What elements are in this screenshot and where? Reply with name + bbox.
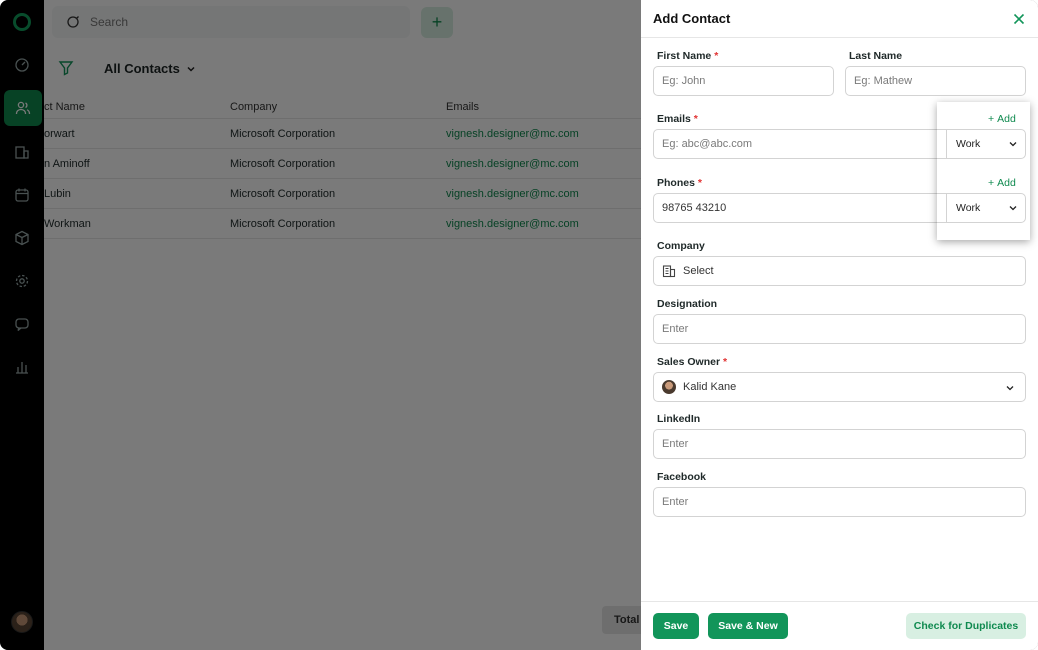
- owner-avatar: [662, 380, 676, 394]
- plus-icon: +: [988, 113, 995, 125]
- company-select[interactable]: Select: [653, 256, 1026, 286]
- phone-type-select[interactable]: Work: [946, 193, 1026, 223]
- cell-company: Microsoft Corporation: [230, 187, 336, 200]
- phone-value: 98765 43210: [662, 202, 727, 214]
- last-name-label: Last Name: [849, 50, 903, 62]
- email-type-value: Work: [956, 138, 981, 150]
- dashboard-nav-icon[interactable]: [6, 49, 38, 81]
- phone-type-value: Work: [956, 202, 981, 214]
- reports-nav-icon[interactable]: [6, 351, 38, 383]
- sales-owner-select[interactable]: Kalid Kane: [653, 372, 1026, 402]
- search-placeholder: Search: [90, 15, 129, 29]
- first-name-label-text: First Name: [657, 50, 712, 62]
- drawer-header: Add Contact: [641, 0, 1038, 38]
- sidebar: [0, 0, 44, 650]
- drawer-title: Add Contact: [653, 11, 731, 26]
- required-mark: *: [722, 356, 728, 368]
- app-logo: [13, 13, 31, 31]
- emails-label-text: Emails: [657, 113, 691, 125]
- sales-owner-label-text: Sales Owner: [657, 356, 721, 368]
- companies-nav-icon[interactable]: [6, 136, 38, 168]
- add-email-text: Add: [997, 113, 1016, 125]
- company-placeholder: Select: [683, 265, 714, 277]
- building-icon: [662, 265, 676, 278]
- required-mark: *: [697, 177, 702, 189]
- chat-nav-icon[interactable]: [6, 308, 38, 340]
- header-name[interactable]: ct Name: [44, 101, 230, 113]
- save-button[interactable]: Save: [653, 613, 699, 639]
- cell-company: Microsoft Corporation: [230, 217, 336, 230]
- chevron-down-icon: [1009, 142, 1017, 147]
- required-mark: *: [714, 50, 719, 62]
- email-placeholder: Eg: abc@abc.com: [662, 138, 753, 150]
- required-mark: *: [693, 113, 698, 125]
- table-row[interactable]: orwart Microsoft Corporation vignesh.des…: [44, 119, 644, 149]
- add-phone-link[interactable]: + Add: [988, 177, 1016, 189]
- last-name-field[interactable]: Eg: Mathew: [845, 66, 1026, 96]
- cell-name: n Aminoff: [44, 157, 90, 170]
- cell-email[interactable]: vignesh.designer@mc.com: [446, 218, 644, 230]
- sales-owner-value: Kalid Kane: [683, 381, 737, 393]
- cell-email[interactable]: vignesh.designer@mc.com: [446, 158, 644, 170]
- cell-company: Microsoft Corporation: [230, 157, 336, 170]
- chevron-down-icon: [187, 66, 195, 72]
- add-contact-drawer: Add Contact First Name * Eg: John Last N…: [641, 0, 1038, 650]
- cell-company: Microsoft Corporation: [230, 127, 336, 140]
- designation-field[interactable]: Enter: [653, 314, 1026, 344]
- contacts-table: ct Name Company Emails orwart Microsoft …: [44, 95, 644, 239]
- add-button[interactable]: +: [421, 7, 453, 38]
- view-selector[interactable]: All Contacts: [104, 61, 196, 76]
- cell-email[interactable]: vignesh.designer@mc.com: [446, 128, 644, 140]
- linkedin-field[interactable]: Enter: [653, 429, 1026, 459]
- plus-icon: +: [431, 12, 443, 32]
- emails-label: Emails *: [657, 113, 698, 125]
- table-row[interactable]: Workman Microsoft Corporation vignesh.de…: [44, 209, 644, 239]
- table-row[interactable]: n Aminoff Microsoft Corporation vignesh.…: [44, 149, 644, 179]
- save-and-new-button[interactable]: Save & New: [708, 613, 788, 639]
- phones-label-text: Phones: [657, 177, 695, 189]
- plus-icon: +: [988, 177, 995, 189]
- header-company[interactable]: Company: [230, 101, 446, 113]
- user-avatar[interactable]: [11, 611, 33, 633]
- sales-owner-label: Sales Owner *: [657, 356, 727, 368]
- add-email-link[interactable]: + Add: [988, 113, 1016, 125]
- check-duplicates-button[interactable]: Check for Duplicates: [906, 613, 1026, 639]
- close-icon[interactable]: [1012, 12, 1026, 26]
- add-phone-text: Add: [997, 177, 1016, 189]
- chevron-down-icon: [1009, 206, 1017, 211]
- drawer-footer: Save Save & New Check for Duplicates: [641, 601, 1038, 650]
- products-nav-icon[interactable]: [6, 222, 38, 254]
- search-input[interactable]: Search: [52, 6, 410, 38]
- settings-nav-icon[interactable]: [6, 265, 38, 297]
- chevron-down-icon: [1006, 386, 1014, 391]
- table-header: ct Name Company Emails: [44, 95, 644, 119]
- company-label: Company: [657, 240, 705, 252]
- table-row[interactable]: Lubin Microsoft Corporation vignesh.desi…: [44, 179, 644, 209]
- cell-email[interactable]: vignesh.designer@mc.com: [446, 188, 644, 200]
- first-name-label: First Name *: [657, 50, 718, 62]
- facebook-label: Facebook: [657, 471, 707, 483]
- linkedin-label: LinkedIn: [657, 413, 701, 425]
- search-icon: [67, 16, 79, 28]
- filter-icon[interactable]: [58, 60, 74, 76]
- header-emails[interactable]: Emails: [446, 101, 644, 113]
- email-type-select[interactable]: Work: [946, 129, 1026, 159]
- first-name-field[interactable]: Eg: John: [653, 66, 834, 96]
- calendar-nav-icon[interactable]: [6, 179, 38, 211]
- phones-label: Phones *: [657, 177, 702, 189]
- contacts-nav-icon[interactable]: [4, 90, 42, 126]
- designation-label: Designation: [657, 298, 718, 310]
- view-label: All Contacts: [104, 61, 180, 76]
- cell-name: orwart: [44, 127, 75, 140]
- cell-name: Workman: [44, 217, 91, 230]
- cell-name: Lubin: [44, 187, 71, 200]
- facebook-field[interactable]: Enter: [653, 487, 1026, 517]
